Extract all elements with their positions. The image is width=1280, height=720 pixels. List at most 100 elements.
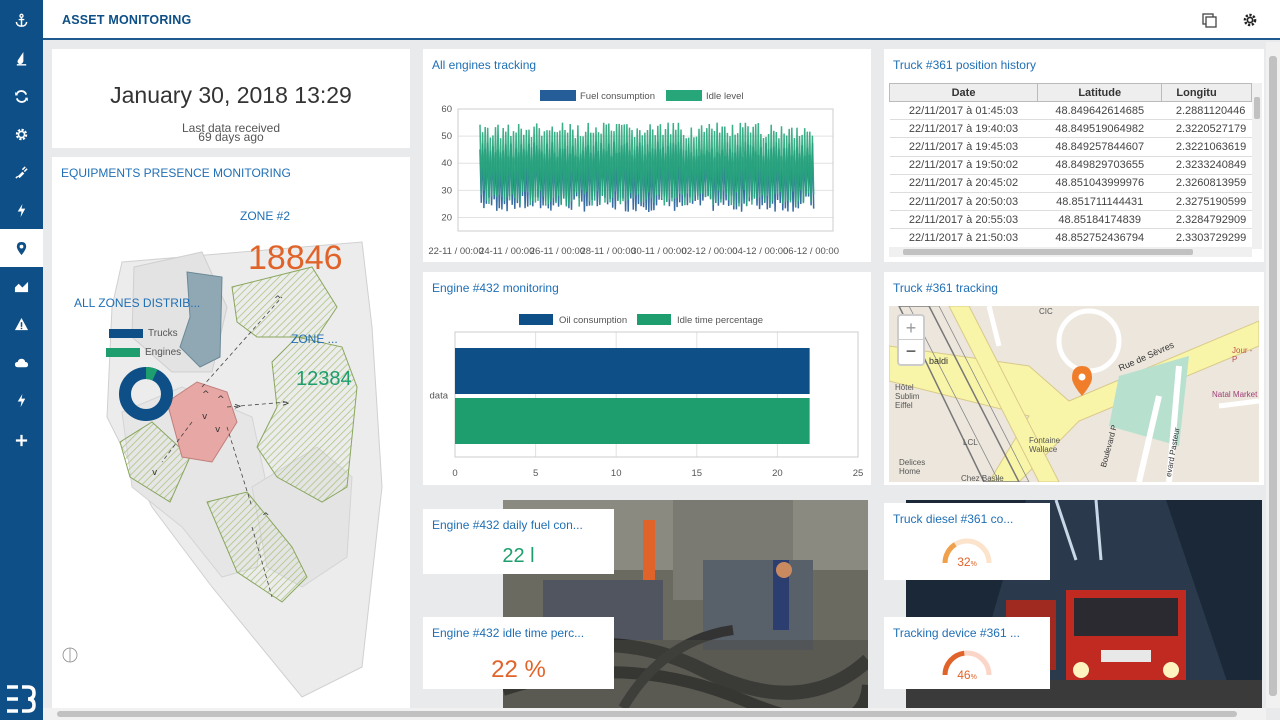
table-cell: 2.3221063619 — [1161, 137, 1252, 157]
map-label: LCL — [963, 438, 978, 447]
sidebar-item-add[interactable] — [0, 421, 43, 459]
svg-text:>: > — [234, 402, 242, 412]
table-cell: 22/11/2017 à 20:45:02 — [889, 174, 1038, 193]
y-tick-label: 50 — [441, 131, 452, 142]
legend-label: Oil consumption — [559, 315, 627, 326]
donut-slice-engines — [145, 367, 158, 381]
table-cell: 2.3220527179 — [1161, 119, 1252, 139]
distrib-legend-trucks: Trucks — [109, 328, 188, 339]
table-cell: 48.852752436794 — [1037, 228, 1162, 248]
distrib-legend-engines: Engines — [106, 347, 191, 358]
table-cell: 22/11/2017 à 20:55:03 — [889, 210, 1038, 230]
sidebar-item-alerts[interactable] — [0, 305, 43, 343]
map-label: Fontaine Wallace — [1029, 436, 1061, 454]
oil-drop-icon — [16, 51, 27, 66]
table-cell: 48.851043999976 — [1037, 174, 1162, 193]
table-cell: 22/11/2017 à 19:45:03 — [889, 137, 1038, 157]
kpi-title: Truck diesel #361 co... — [893, 512, 1014, 526]
last-data-ago: 69 days ago — [198, 130, 264, 144]
table-row[interactable]: 22/11/2017 à 19:50:02 48.849829703655 2.32… — [889, 156, 1252, 175]
map-label: Delices Home — [899, 458, 926, 476]
bar — [455, 348, 810, 394]
engines-tracking-panel: All engines tracking 20 30 40 50 60 22-11 / 0… — [423, 49, 871, 262]
donut-slice-trucks — [119, 367, 173, 421]
copy-button[interactable] — [1200, 11, 1218, 29]
x-tick-label: 20 — [772, 468, 783, 479]
x-tick-label: 0 — [452, 468, 457, 479]
sidebar-item-energy[interactable] — [0, 381, 43, 419]
location-pin-icon — [16, 241, 27, 255]
lightning-icon — [17, 393, 26, 407]
table-row[interactable]: 22/11/2017 à 20:50:03 48.851711144431 2.32… — [889, 192, 1252, 212]
table-row[interactable]: 22/11/2017 à 19:45:03 48.849257844607 2.32… — [889, 137, 1252, 157]
gear-icon — [15, 128, 28, 140]
presence-panel: EQUIPMENTS PRESENCE MONITORING ^ ^ v v ^ > > v… — [52, 157, 410, 708]
position-table: Date Latitude Longitu 22/11/2017 à 01:45… — [888, 83, 1252, 248]
table-cell: 2.3275190599 — [1161, 192, 1252, 212]
sidebar-item-charts[interactable] — [0, 267, 43, 305]
zone2-label: ZONE #2 — [240, 209, 291, 223]
table-row[interactable]: 22/11/2017 à 20:55:03 48.85184174839 2.328… — [889, 210, 1252, 230]
distrib-donut-chart — [119, 367, 173, 421]
table-row[interactable]: 22/11/2017 à 21:50:03 48.852752436794 2.33… — [889, 228, 1252, 248]
kpi-value: 22 % — [491, 656, 546, 683]
column-header-latitude[interactable]: Latitude — [1037, 83, 1163, 102]
x-tick-label: 28-11 / 00:00 — [580, 246, 635, 257]
map-label: Hôtel Sublim Eiffel — [895, 383, 920, 410]
table-horizontal-scrollbar[interactable] — [889, 247, 1252, 257]
table-cell: 2.2881120446 — [1161, 101, 1252, 121]
svg-text:v: v — [202, 412, 208, 422]
kpi-value: 46% — [957, 668, 977, 682]
legend-swatch — [519, 314, 553, 325]
map-label: Chez Basile — [961, 474, 1004, 482]
sidebar-item-settings[interactable] — [0, 115, 43, 153]
site-floor-plan: ^ ^vv ^> >v^ — [62, 241, 383, 698]
sync-icon — [14, 89, 29, 103]
table-cell: 48.85184174839 — [1037, 210, 1162, 230]
sidebar-item-power[interactable] — [0, 191, 43, 229]
sidebar-item-anchor[interactable] — [0, 1, 43, 39]
table-row[interactable]: 22/11/2017 à 20:45:02 48.851043999976 2.32… — [889, 174, 1252, 193]
svg-text:^: ^ — [262, 512, 270, 522]
page-vertical-scrollbar[interactable] — [1266, 42, 1280, 708]
sidebar-item-location[interactable] — [0, 229, 43, 267]
svg-text:v: v — [152, 468, 158, 478]
engine-bar-chart: 0 5 10 15 20 25 data Oil consumption Idle time … — [430, 314, 863, 479]
truck-map[interactable]: + − CIC Rue de Sèvres Hôtel Sublim Eiffe… — [889, 306, 1259, 482]
last-data-panel: January 30, 2018 13:29 Last data receive… — [52, 49, 410, 148]
page-horizontal-scrollbar[interactable] — [43, 708, 1266, 720]
map-label: Jour - P — [1232, 346, 1253, 364]
zoom-out-button[interactable]: − — [899, 340, 923, 364]
column-header-longitude[interactable]: Longitu — [1161, 83, 1252, 102]
sidebar-item-oil[interactable] — [0, 39, 43, 77]
table-vertical-scrollbar[interactable] — [1252, 83, 1262, 249]
sidebar-item-plug[interactable] — [0, 153, 43, 191]
distrib-label: ALL ZONES DISTRIB... — [74, 296, 201, 310]
x-tick-label: 24-11 / 00:00 — [479, 246, 534, 257]
table-row[interactable]: 22/11/2017 à 19:40:03 48.849519064982 2.32… — [889, 119, 1252, 139]
map-zoom-control: + − — [897, 314, 925, 366]
table-cell: 22/11/2017 à 19:40:03 — [889, 119, 1038, 139]
kpi-tracking-card: Tracking device #361 ... 46% — [884, 617, 1050, 689]
zone-other-label: ZONE ... — [291, 332, 338, 346]
svg-text:>: > — [282, 399, 290, 409]
zoom-in-button[interactable]: + — [899, 316, 923, 340]
table-row[interactable]: 22/11/2017 à 01:45:03 48.849642614685 2.28… — [889, 101, 1252, 121]
sidebar-item-sync[interactable] — [0, 77, 43, 115]
x-tick-label: 5 — [533, 468, 538, 479]
table-cell: 2.3284792909 — [1161, 210, 1252, 230]
sidebar — [0, 0, 43, 720]
sidebar-item-cloud[interactable] — [0, 343, 43, 381]
table-cell: 22/11/2017 à 21:50:03 — [889, 228, 1038, 248]
settings-button[interactable] — [1241, 11, 1259, 29]
zone2-value: 18846 — [248, 239, 343, 277]
kpi-title: Tracking device #361 ... — [893, 626, 1020, 640]
table-cell: 48.849642614685 — [1037, 101, 1162, 121]
column-header-date[interactable]: Date — [888, 83, 1039, 102]
cloud-icon — [14, 358, 29, 367]
plus-icon — [15, 434, 28, 446]
anchor-icon — [15, 13, 28, 27]
table-cell: 48.849257844607 — [1037, 137, 1162, 157]
position-table-viewport[interactable]: Date Latitude Longitu 22/11/2017 à 01:45… — [884, 49, 1252, 249]
page-title: ASSET MONITORING — [62, 13, 192, 27]
